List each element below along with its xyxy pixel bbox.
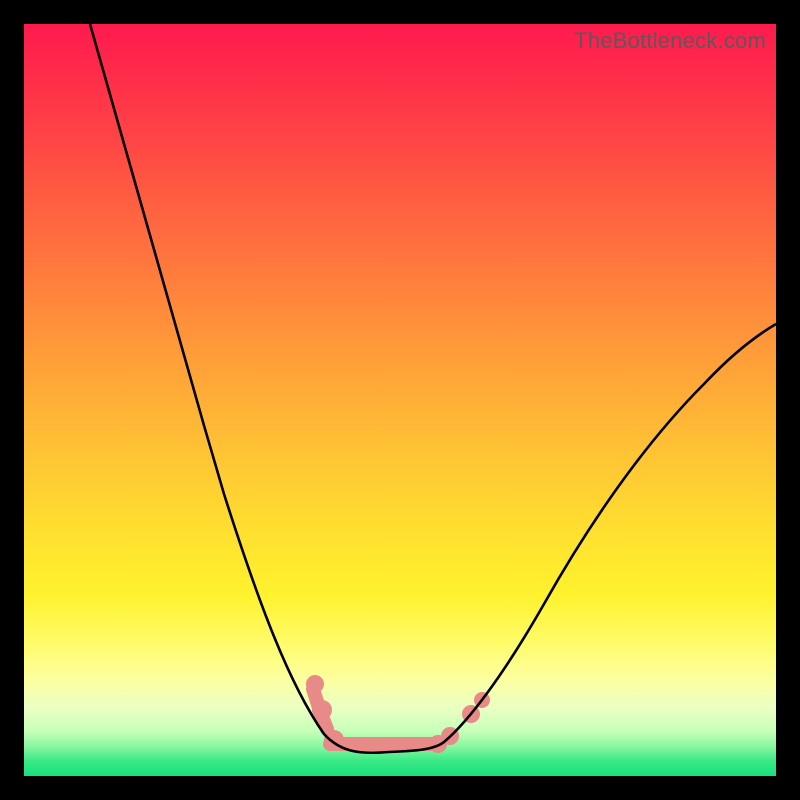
outer-frame: TheBottleneck.com xyxy=(0,0,800,800)
bottleneck-curve xyxy=(90,24,776,753)
plot-area: TheBottleneck.com xyxy=(24,24,776,776)
marker-dot-floor-r xyxy=(429,735,447,753)
chart-svg xyxy=(24,24,776,776)
marker-dot-l2 xyxy=(312,700,332,720)
marker-dot-l1 xyxy=(306,675,324,693)
